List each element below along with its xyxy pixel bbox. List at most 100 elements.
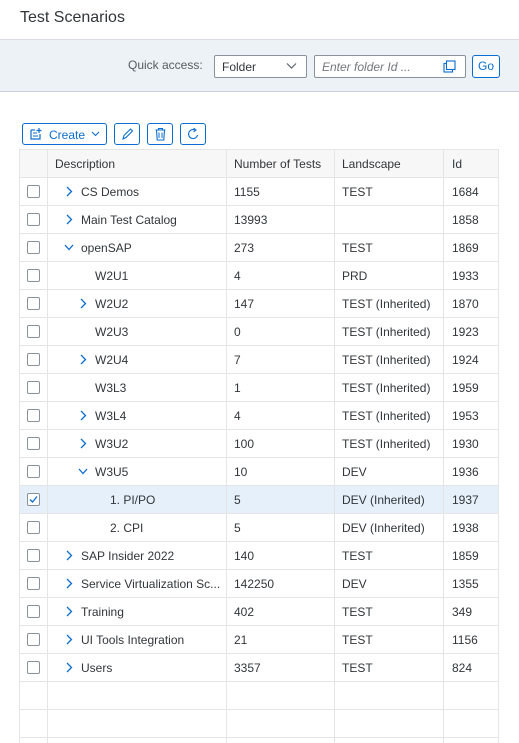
chevron-right-icon[interactable] [64,578,74,589]
row-checkbox[interactable] [27,409,40,422]
cell-description: W2U1 [95,269,129,283]
create-label: Create [49,128,86,142]
cell-description: W3U2 [95,437,129,451]
cell-id: 1938 [452,521,479,535]
cell-id: 1924 [452,353,479,367]
edit-button[interactable] [114,123,140,145]
table-row[interactable]: Service Virtualization Sc... 142250 DEV 135… [20,570,498,598]
chevron-down-icon[interactable] [64,242,74,253]
table-row[interactable]: W2U1 4 PRD 1933 [20,262,498,290]
row-checkbox[interactable] [27,465,40,478]
cell-id: 1936 [452,465,479,479]
chevron-right-icon[interactable] [64,634,74,645]
value-help-icon[interactable] [443,60,456,73]
chevron-right-icon[interactable] [64,186,74,197]
table-row[interactable]: Main Test Catalog 13993 1858 [20,206,498,234]
row-checkbox[interactable] [27,437,40,450]
chevron-right-icon[interactable] [78,354,88,365]
chevron-right-icon[interactable] [64,662,74,673]
checkmark-icon [29,496,38,503]
chevron-down-icon[interactable] [78,466,88,477]
cell-id: 1156 [452,633,478,647]
row-checkbox[interactable] [27,297,40,310]
cell-id: 349 [452,605,473,619]
cell-landscape: TEST (Inherited) [342,437,431,451]
table-row[interactable]: 2. CPI 5 DEV (Inherited) 1938 [20,514,498,542]
table-row[interactable]: W2U4 7 TEST (Inherited) 1924 [20,346,498,374]
cell-description: 1. PI/PO [110,493,156,507]
chevron-right-icon[interactable] [78,410,88,421]
row-checkbox[interactable] [27,577,40,590]
row-checkbox[interactable] [27,381,40,394]
folder-id-input[interactable] [316,57,438,76]
row-checkbox[interactable] [27,549,40,562]
column-divider [47,150,48,743]
table-row[interactable]: openSAP 273 TEST 1869 [20,234,498,262]
chevron-right-icon[interactable] [78,438,88,449]
cell-landscape: TEST (Inherited) [342,297,431,311]
row-checkbox[interactable] [27,661,40,674]
table-row[interactable]: W3U5 10 DEV 1936 [20,458,498,486]
go-button[interactable]: Go [472,55,500,78]
column-header-id[interactable]: Id [452,157,462,171]
create-button[interactable]: Create [22,123,107,145]
cell-number-of-tests: 21 [234,633,248,647]
cell-id: 1870 [452,297,479,311]
row-checkbox[interactable] [27,605,40,618]
table-row[interactable]: 1. PI/PO 5 DEV (Inherited) 1937 [20,486,498,514]
cell-id: 1959 [452,381,479,395]
chevron-right-icon[interactable] [64,214,74,225]
table-row[interactable]: Training 402 TEST 349 [20,598,498,626]
chevron-right-icon[interactable] [64,550,74,561]
create-icon [30,128,42,140]
row-checkbox[interactable] [27,493,40,506]
cell-description: Users [81,661,113,675]
cell-number-of-tests: 402 [234,605,255,619]
chevron-right-icon[interactable] [78,298,88,309]
folder-id-field[interactable] [314,55,466,78]
table-row[interactable]: CS Demos 1155 TEST 1684 [20,178,498,206]
table-row[interactable]: W3L3 1 TEST (Inherited) 1959 [20,374,498,402]
row-checkbox[interactable] [27,325,40,338]
cell-description: W3L3 [95,381,127,395]
cell-landscape: TEST [342,605,373,619]
cell-description: Main Test Catalog [81,213,177,227]
delete-button[interactable] [147,123,173,145]
table-row[interactable]: W2U3 0 TEST (Inherited) 1923 [20,318,498,346]
table-row[interactable]: W2U2 147 TEST (Inherited) 1870 [20,290,498,318]
row-checkbox[interactable] [27,185,40,198]
table-row[interactable]: SAP Insider 2022 140 TEST 1859 [20,542,498,570]
column-divider [226,150,227,743]
quick-access-type-value: Folder [222,60,257,74]
cell-landscape: PRD [342,269,368,283]
table-row[interactable]: W3U2 100 TEST (Inherited) 1930 [20,430,498,458]
cell-number-of-tests: 10 [234,465,248,479]
cell-description: W2U4 [95,353,129,367]
cell-number-of-tests: 4 [234,269,241,283]
cell-description: Training [81,605,124,619]
row-checkbox[interactable] [27,213,40,226]
cell-description: W3L4 [95,409,127,423]
refresh-button[interactable] [180,123,206,145]
table-row[interactable]: Users 3357 TEST 824 [20,654,498,682]
row-checkbox[interactable] [27,353,40,366]
quick-access-label: Quick access: [128,58,203,72]
column-header-tests[interactable]: Number of Tests [234,157,321,171]
cell-id: 824 [452,661,473,675]
column-header-description[interactable]: Description [55,157,115,171]
row-checkbox[interactable] [27,269,40,282]
table-header: Description Number of Tests Landscape Id [20,150,498,178]
column-header-landscape[interactable]: Landscape [342,157,401,171]
cell-landscape: DEV (Inherited) [342,521,425,535]
table-row[interactable]: W3L4 4 TEST (Inherited) 1953 [20,402,498,430]
cell-description: openSAP [81,241,132,255]
row-checkbox[interactable] [27,633,40,646]
table-row[interactable]: UI Tools Integration 21 TEST 1156 [20,626,498,654]
refresh-icon [188,127,199,140]
row-checkbox[interactable] [27,241,40,254]
chevron-right-icon[interactable] [64,606,74,617]
chevron-down-icon [286,63,297,69]
quick-access-type-select[interactable]: Folder [214,55,307,78]
row-checkbox[interactable] [27,521,40,534]
cell-landscape: TEST [342,633,373,647]
